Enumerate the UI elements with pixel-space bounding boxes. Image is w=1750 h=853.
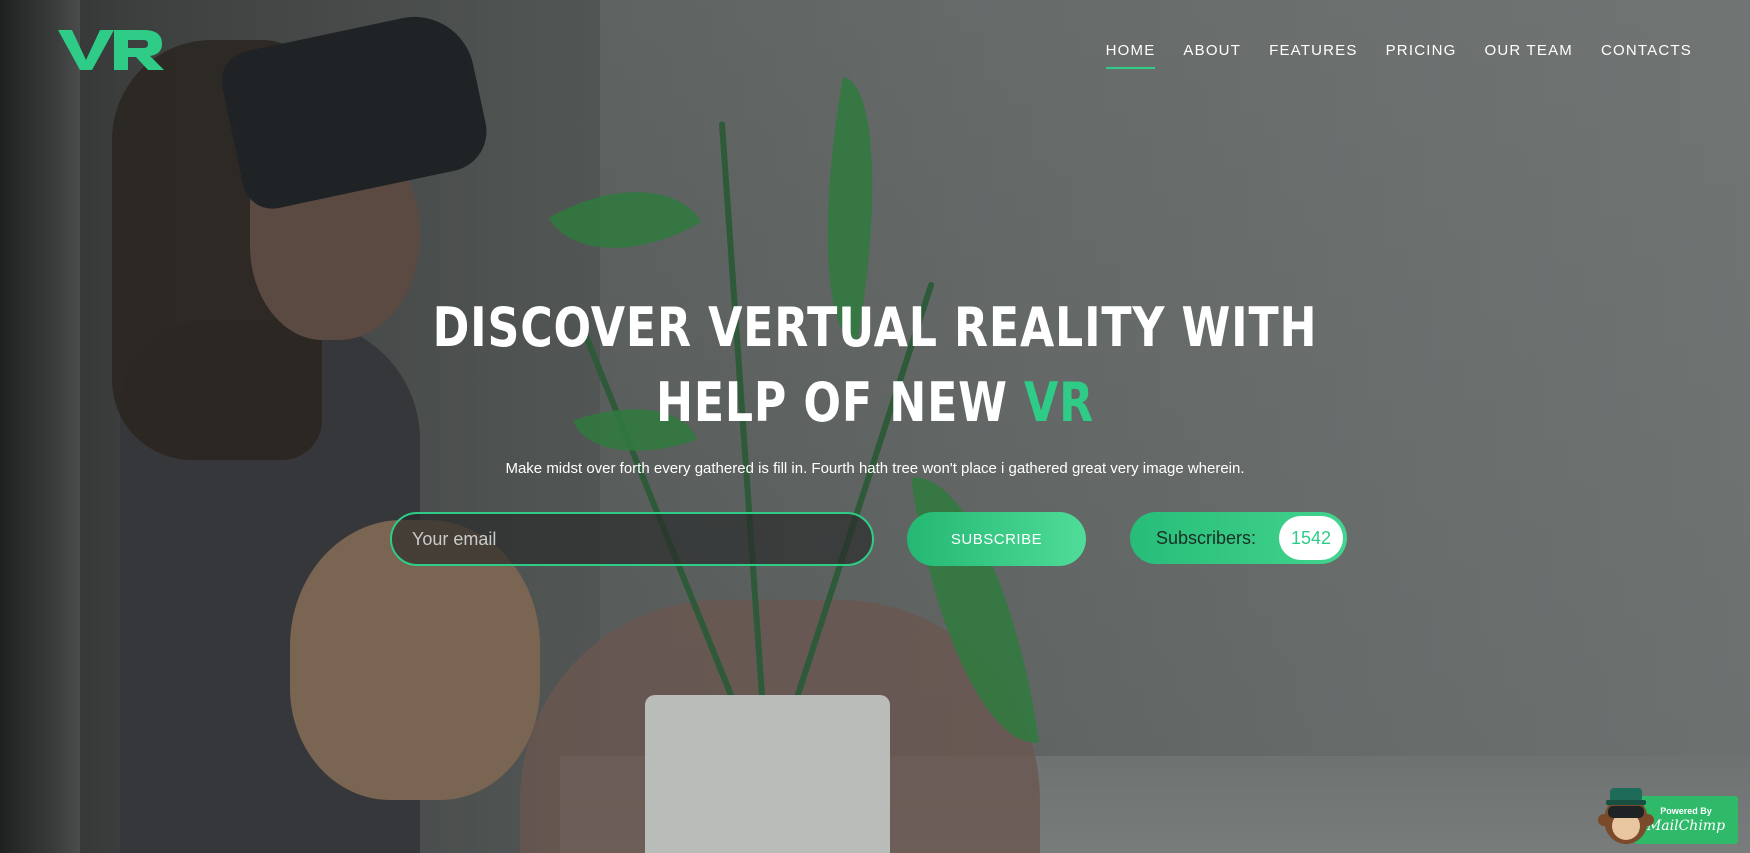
logo-r-shape [114, 30, 164, 70]
subscribers-count-badge: 1542 [1279, 516, 1343, 560]
nav-item-our-team[interactable]: OUR TEAM [1485, 42, 1574, 69]
headline-line-1: DISCOVER VERTUAL REALITY WITH [432, 296, 1318, 359]
subscribers-label: Subscribers: [1156, 527, 1257, 548]
main-nav: HOME ABOUT FEATURES PRICING OUR TEAM CON… [1105, 42, 1692, 69]
nav-item-home[interactable]: HOME [1105, 42, 1156, 69]
logo-v-shape [58, 30, 114, 70]
email-input[interactable] [390, 512, 874, 566]
nav-item-features[interactable]: FEATURES [1269, 42, 1358, 69]
headline-accent: VR [1024, 371, 1095, 434]
headline-line-2: HELP OF NEW [655, 371, 1025, 434]
hero-headline: DISCOVER VERTUAL REALITY WITH HELP OF NE… [158, 290, 1593, 440]
vr-logo[interactable] [58, 26, 166, 72]
nav-item-about[interactable]: ABOUT [1183, 42, 1241, 69]
mailchimp-badge[interactable]: Powered By MailChimp [1596, 780, 1738, 846]
hero-subtitle: Make midst over forth every gathered is … [505, 460, 1245, 477]
nav-item-pricing[interactable]: PRICING [1386, 42, 1457, 69]
background-plant-pot [645, 695, 890, 853]
subscribe-button[interactable]: SUBSCRIBE [907, 512, 1086, 566]
background-wall [0, 0, 80, 853]
subscribers-counter: Subscribers: 1542 [1130, 512, 1347, 564]
background-vr-headset [216, 5, 494, 215]
mailchimp-monkey-icon [1598, 788, 1654, 844]
nav-item-contacts[interactable]: CONTACTS [1601, 42, 1692, 69]
